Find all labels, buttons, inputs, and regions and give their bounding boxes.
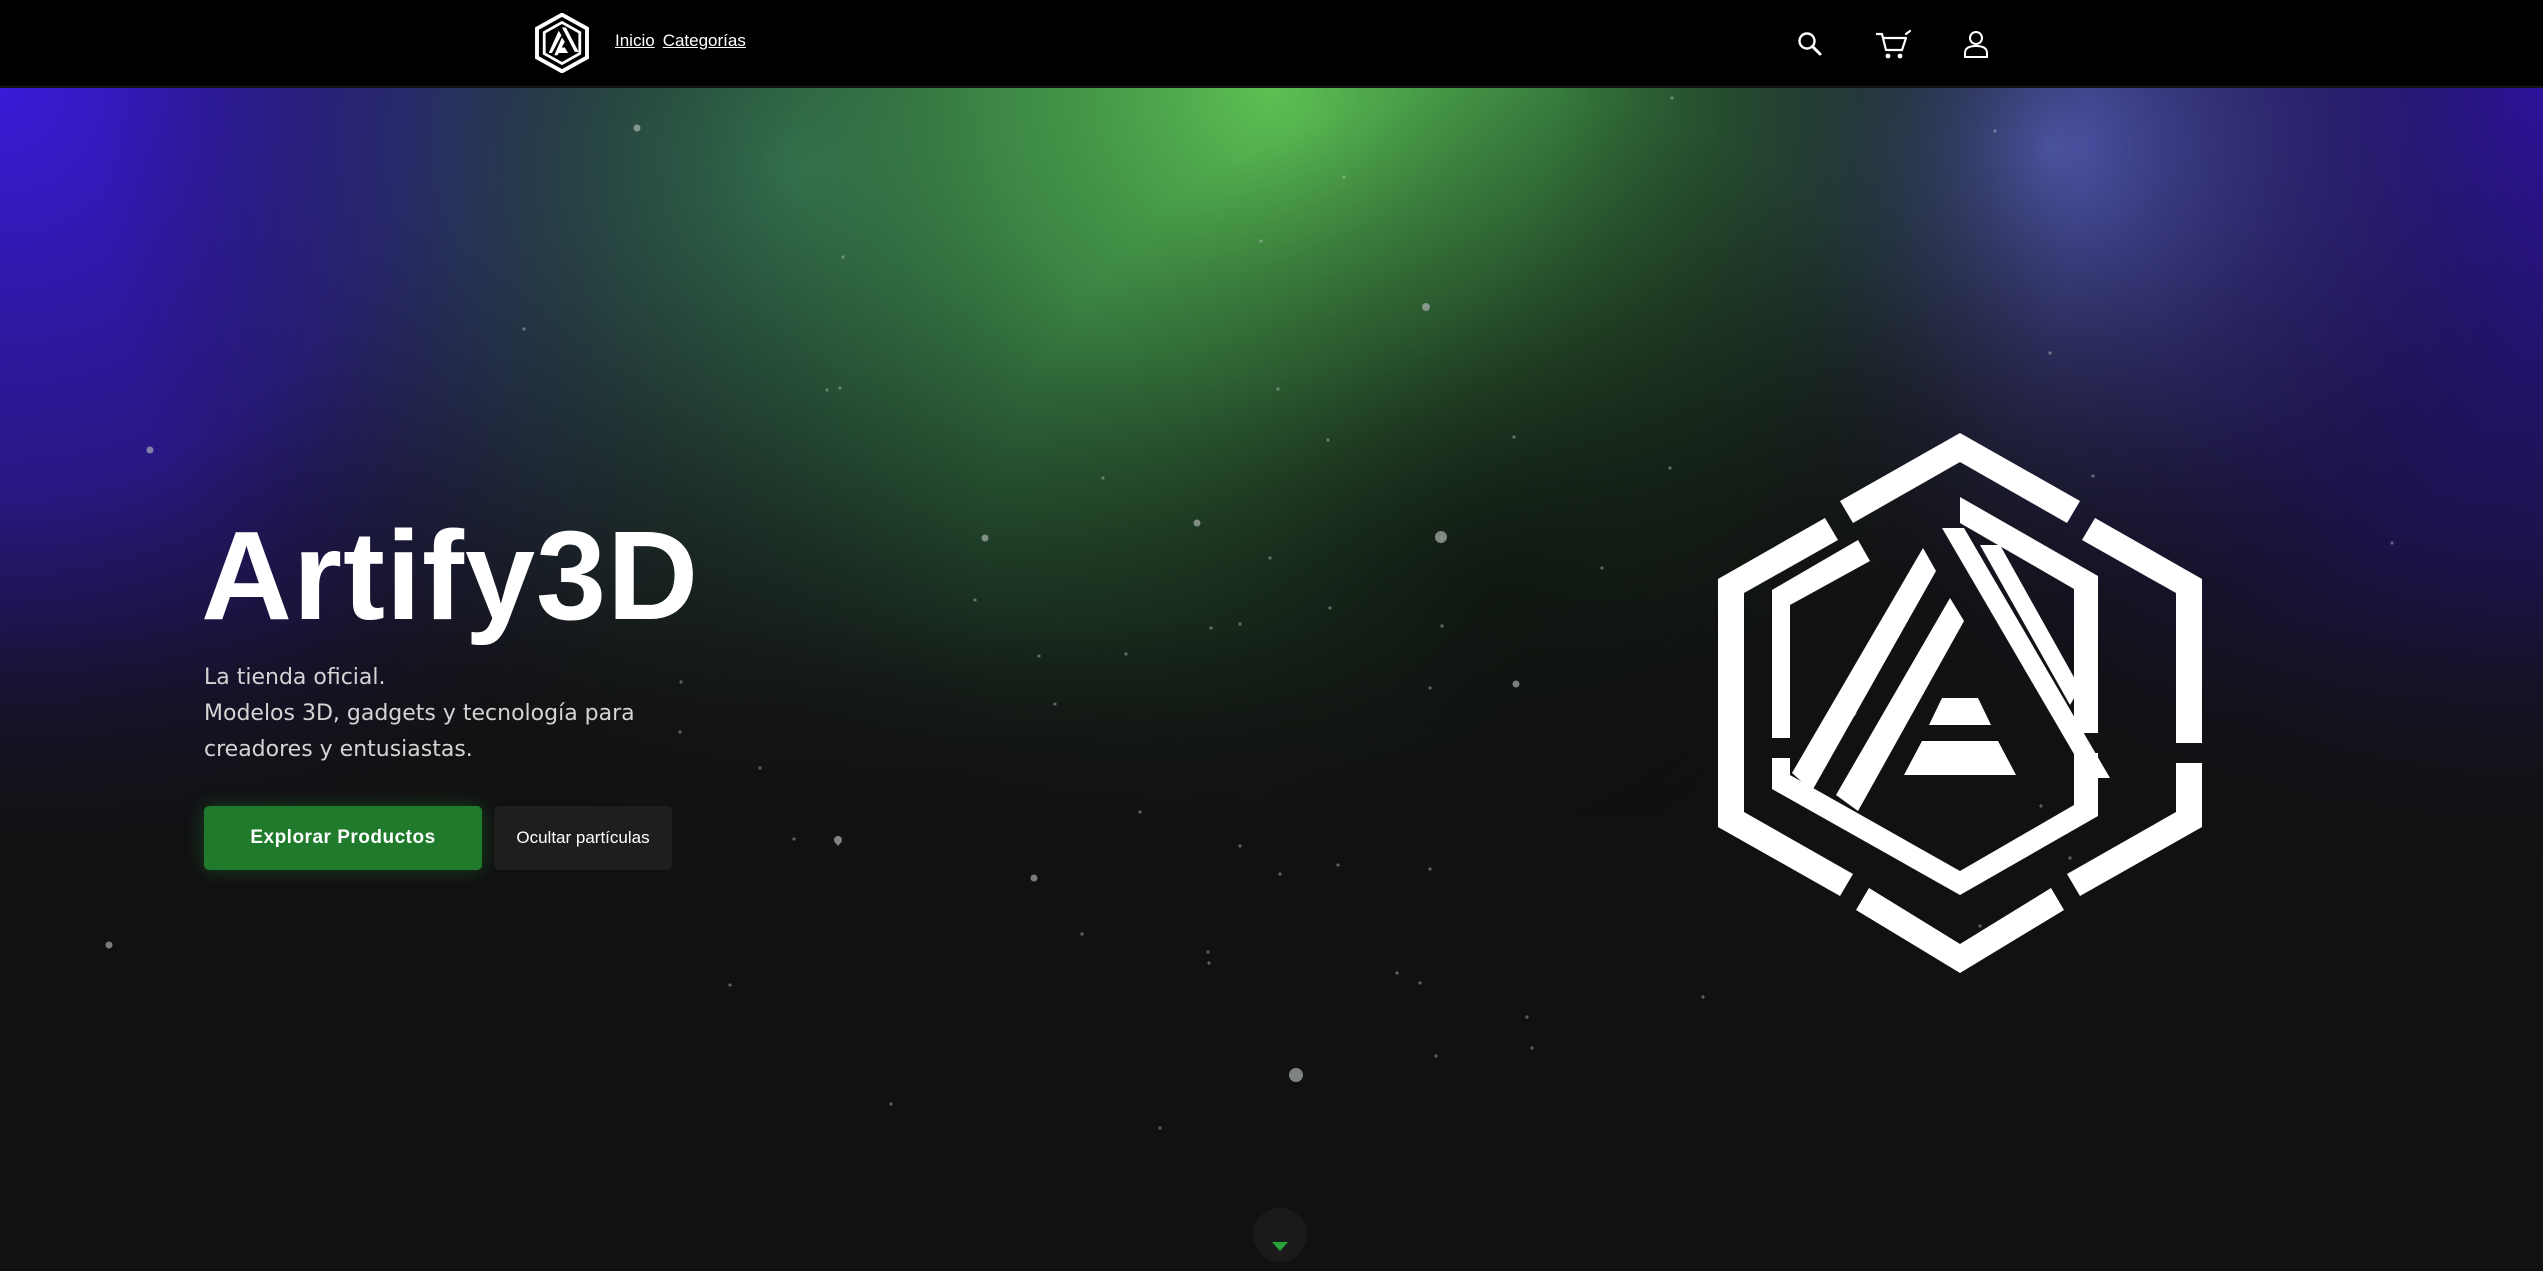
particle [1080,932,1084,936]
top-navbar: Inicio Categorías [0,0,2543,87]
particle [1668,466,1672,470]
artify3d-logo-icon[interactable] [534,12,590,74]
particle [1440,624,1444,628]
particle [1207,961,1211,965]
particle [728,983,732,987]
particle [1193,519,1201,527]
particle [1428,686,1432,690]
particle [1701,995,1705,999]
particle [679,680,683,684]
particle [1238,622,1242,626]
particle [522,327,526,331]
particle [1278,872,1282,876]
particle [758,766,762,770]
particle [834,836,842,844]
particle [1530,1046,1534,1050]
user-icon[interactable] [1957,25,1995,63]
scroll-down-button[interactable] [1253,1208,1307,1262]
particle [1124,652,1128,656]
particle [1993,129,1997,133]
particle [1138,810,1142,814]
hero-tagline: La tienda oficial. Modelos 3D, gadgets y… [204,660,674,768]
chevron-down-icon [1272,1242,1288,1251]
page: Inicio Categorías Artify3D La tienda ofi… [0,0,2543,1271]
particle [1158,1126,1162,1130]
particle [1336,863,1340,867]
particle [889,1102,893,1106]
particle [1037,654,1041,658]
particle [1276,387,1280,391]
particle [1434,1054,1438,1058]
particle [1053,702,1057,706]
particle [1238,844,1242,848]
particle [1326,438,1330,442]
particle [841,255,845,259]
particle [792,837,796,841]
particle [1435,531,1447,543]
particle [1422,303,1430,311]
particle [1395,971,1399,975]
tagline-line-2: Modelos 3D, gadgets y tecnología para cr… [204,701,635,762]
main-nav: Inicio Categorías [615,31,746,51]
particle [1428,867,1432,871]
particle [678,730,682,734]
particle [1525,1015,1529,1019]
particle [825,388,829,392]
explore-products-button[interactable]: Explorar Productos [204,806,482,870]
particle [105,941,113,949]
particle [1268,556,1272,560]
hero-section: Artify3D La tienda oficial. Modelos 3D, … [0,88,2543,1271]
particle [1101,476,1105,480]
particle [1342,175,1346,179]
particle [1259,239,1263,243]
nav-link-inicio[interactable]: Inicio [615,31,655,51]
particle [1512,680,1520,688]
particle [146,446,154,454]
hero-title: Artify3D [201,505,700,646]
particle [1289,1068,1303,1082]
cart-icon[interactable] [1873,25,1911,63]
nav-link-categorias[interactable]: Categorías [663,31,746,51]
particle [1328,606,1332,610]
particle [973,598,977,602]
particle [1209,626,1213,630]
particle [838,386,842,390]
particle [1600,566,1604,570]
toggle-particles-button[interactable]: Ocultar partículas [494,806,672,870]
particle [981,534,989,542]
particle [1512,435,1516,439]
particle [1030,874,1038,882]
particle [2390,541,2394,545]
particle [1206,950,1210,954]
tagline-line-1: La tienda oficial. [204,665,386,690]
search-icon[interactable] [1791,25,1829,63]
artify3d-logo-icon [1718,433,2202,973]
particle [633,124,641,132]
particle [1418,981,1422,985]
particle [1670,96,1674,100]
particle [2048,351,2052,355]
